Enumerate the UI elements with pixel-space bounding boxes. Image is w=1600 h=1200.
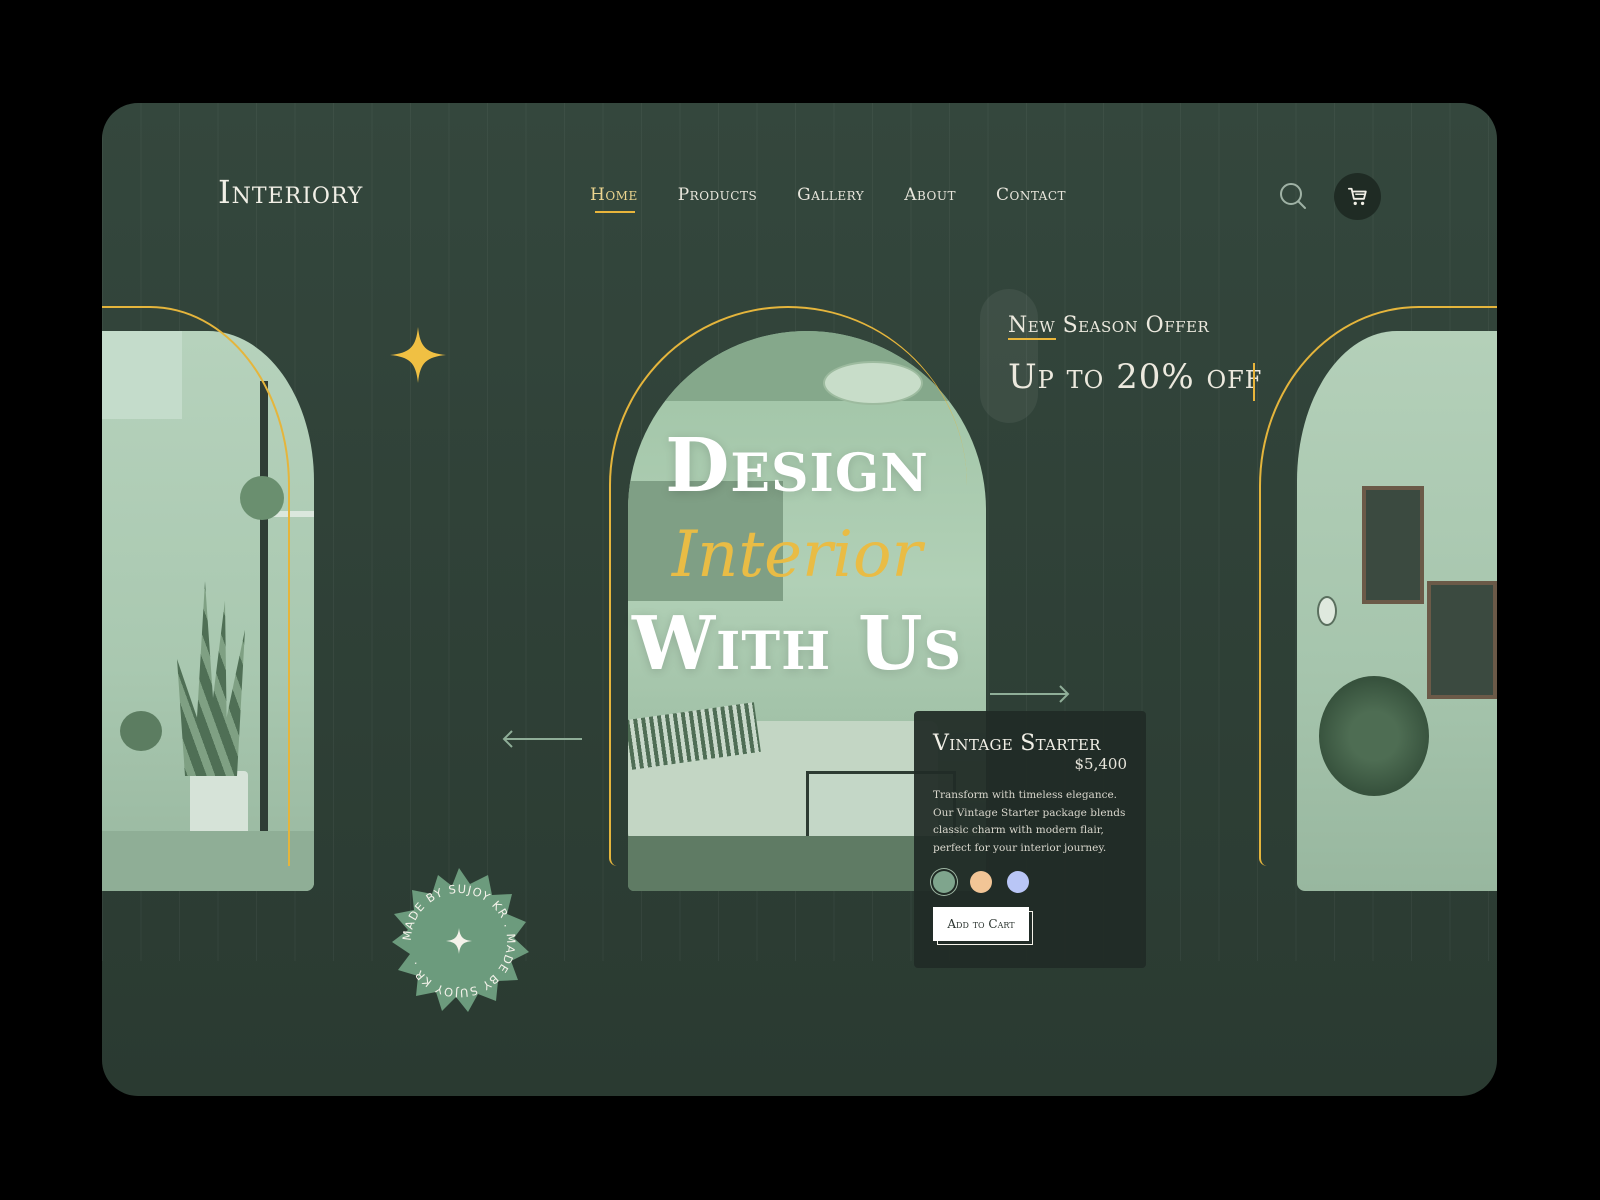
cart-button[interactable] bbox=[1334, 173, 1381, 220]
cart-icon bbox=[1347, 187, 1367, 205]
hero-line-2: Interior bbox=[671, 518, 923, 592]
nav-home[interactable]: Home bbox=[590, 185, 638, 213]
swatch-periwinkle[interactable] bbox=[1007, 871, 1029, 893]
page-frame: Interiory Home Products Gallery About Co… bbox=[102, 103, 1497, 1096]
product-price: $5,400 bbox=[1074, 755, 1128, 773]
hero-line-3: With Us bbox=[631, 601, 963, 687]
offer-label: New Season Offer bbox=[1008, 313, 1210, 338]
next-arrow-icon[interactable] bbox=[988, 684, 1070, 704]
nav-products[interactable]: Products bbox=[678, 185, 757, 213]
product-card: Vintage Starter $5,400 Transform with ti… bbox=[914, 711, 1146, 968]
color-swatches bbox=[933, 871, 1127, 893]
brand-logo[interactable]: Interiory bbox=[218, 173, 363, 211]
nav-contact[interactable]: Contact bbox=[996, 185, 1066, 213]
left-arch-outline bbox=[102, 306, 290, 866]
hero-heading: Design Interior With Us bbox=[607, 425, 987, 685]
prev-arrow-icon[interactable] bbox=[502, 729, 584, 749]
text-caret bbox=[1253, 363, 1255, 401]
product-title: Vintage Starter bbox=[933, 731, 1101, 756]
hero-line-1: Design bbox=[665, 423, 929, 509]
product-description: Transform with timeless elegance. Our Vi… bbox=[933, 789, 1126, 854]
swatch-peach[interactable] bbox=[970, 871, 992, 893]
add-to-cart-button[interactable]: Add to Cart bbox=[933, 907, 1029, 941]
sparkle-icon bbox=[390, 327, 446, 383]
offer-pill-decoration bbox=[980, 289, 1038, 423]
nav-about[interactable]: About bbox=[904, 185, 956, 213]
swatch-sage[interactable] bbox=[933, 871, 955, 893]
offer-value: Up to 20% off bbox=[1008, 357, 1263, 397]
main-nav: Home Products Gallery About Contact bbox=[590, 185, 1066, 213]
nav-gallery[interactable]: Gallery bbox=[797, 185, 864, 213]
search-button[interactable] bbox=[1278, 181, 1308, 211]
right-arch-outline bbox=[1259, 306, 1497, 866]
made-by-badge: MADE BY SUJOY KR . MADE BY SUJOY KR . bbox=[392, 868, 529, 1012]
search-icon bbox=[1280, 183, 1306, 209]
offer-underline bbox=[1008, 338, 1056, 340]
add-to-cart-wrapper: Add to Cart bbox=[933, 907, 1033, 945]
